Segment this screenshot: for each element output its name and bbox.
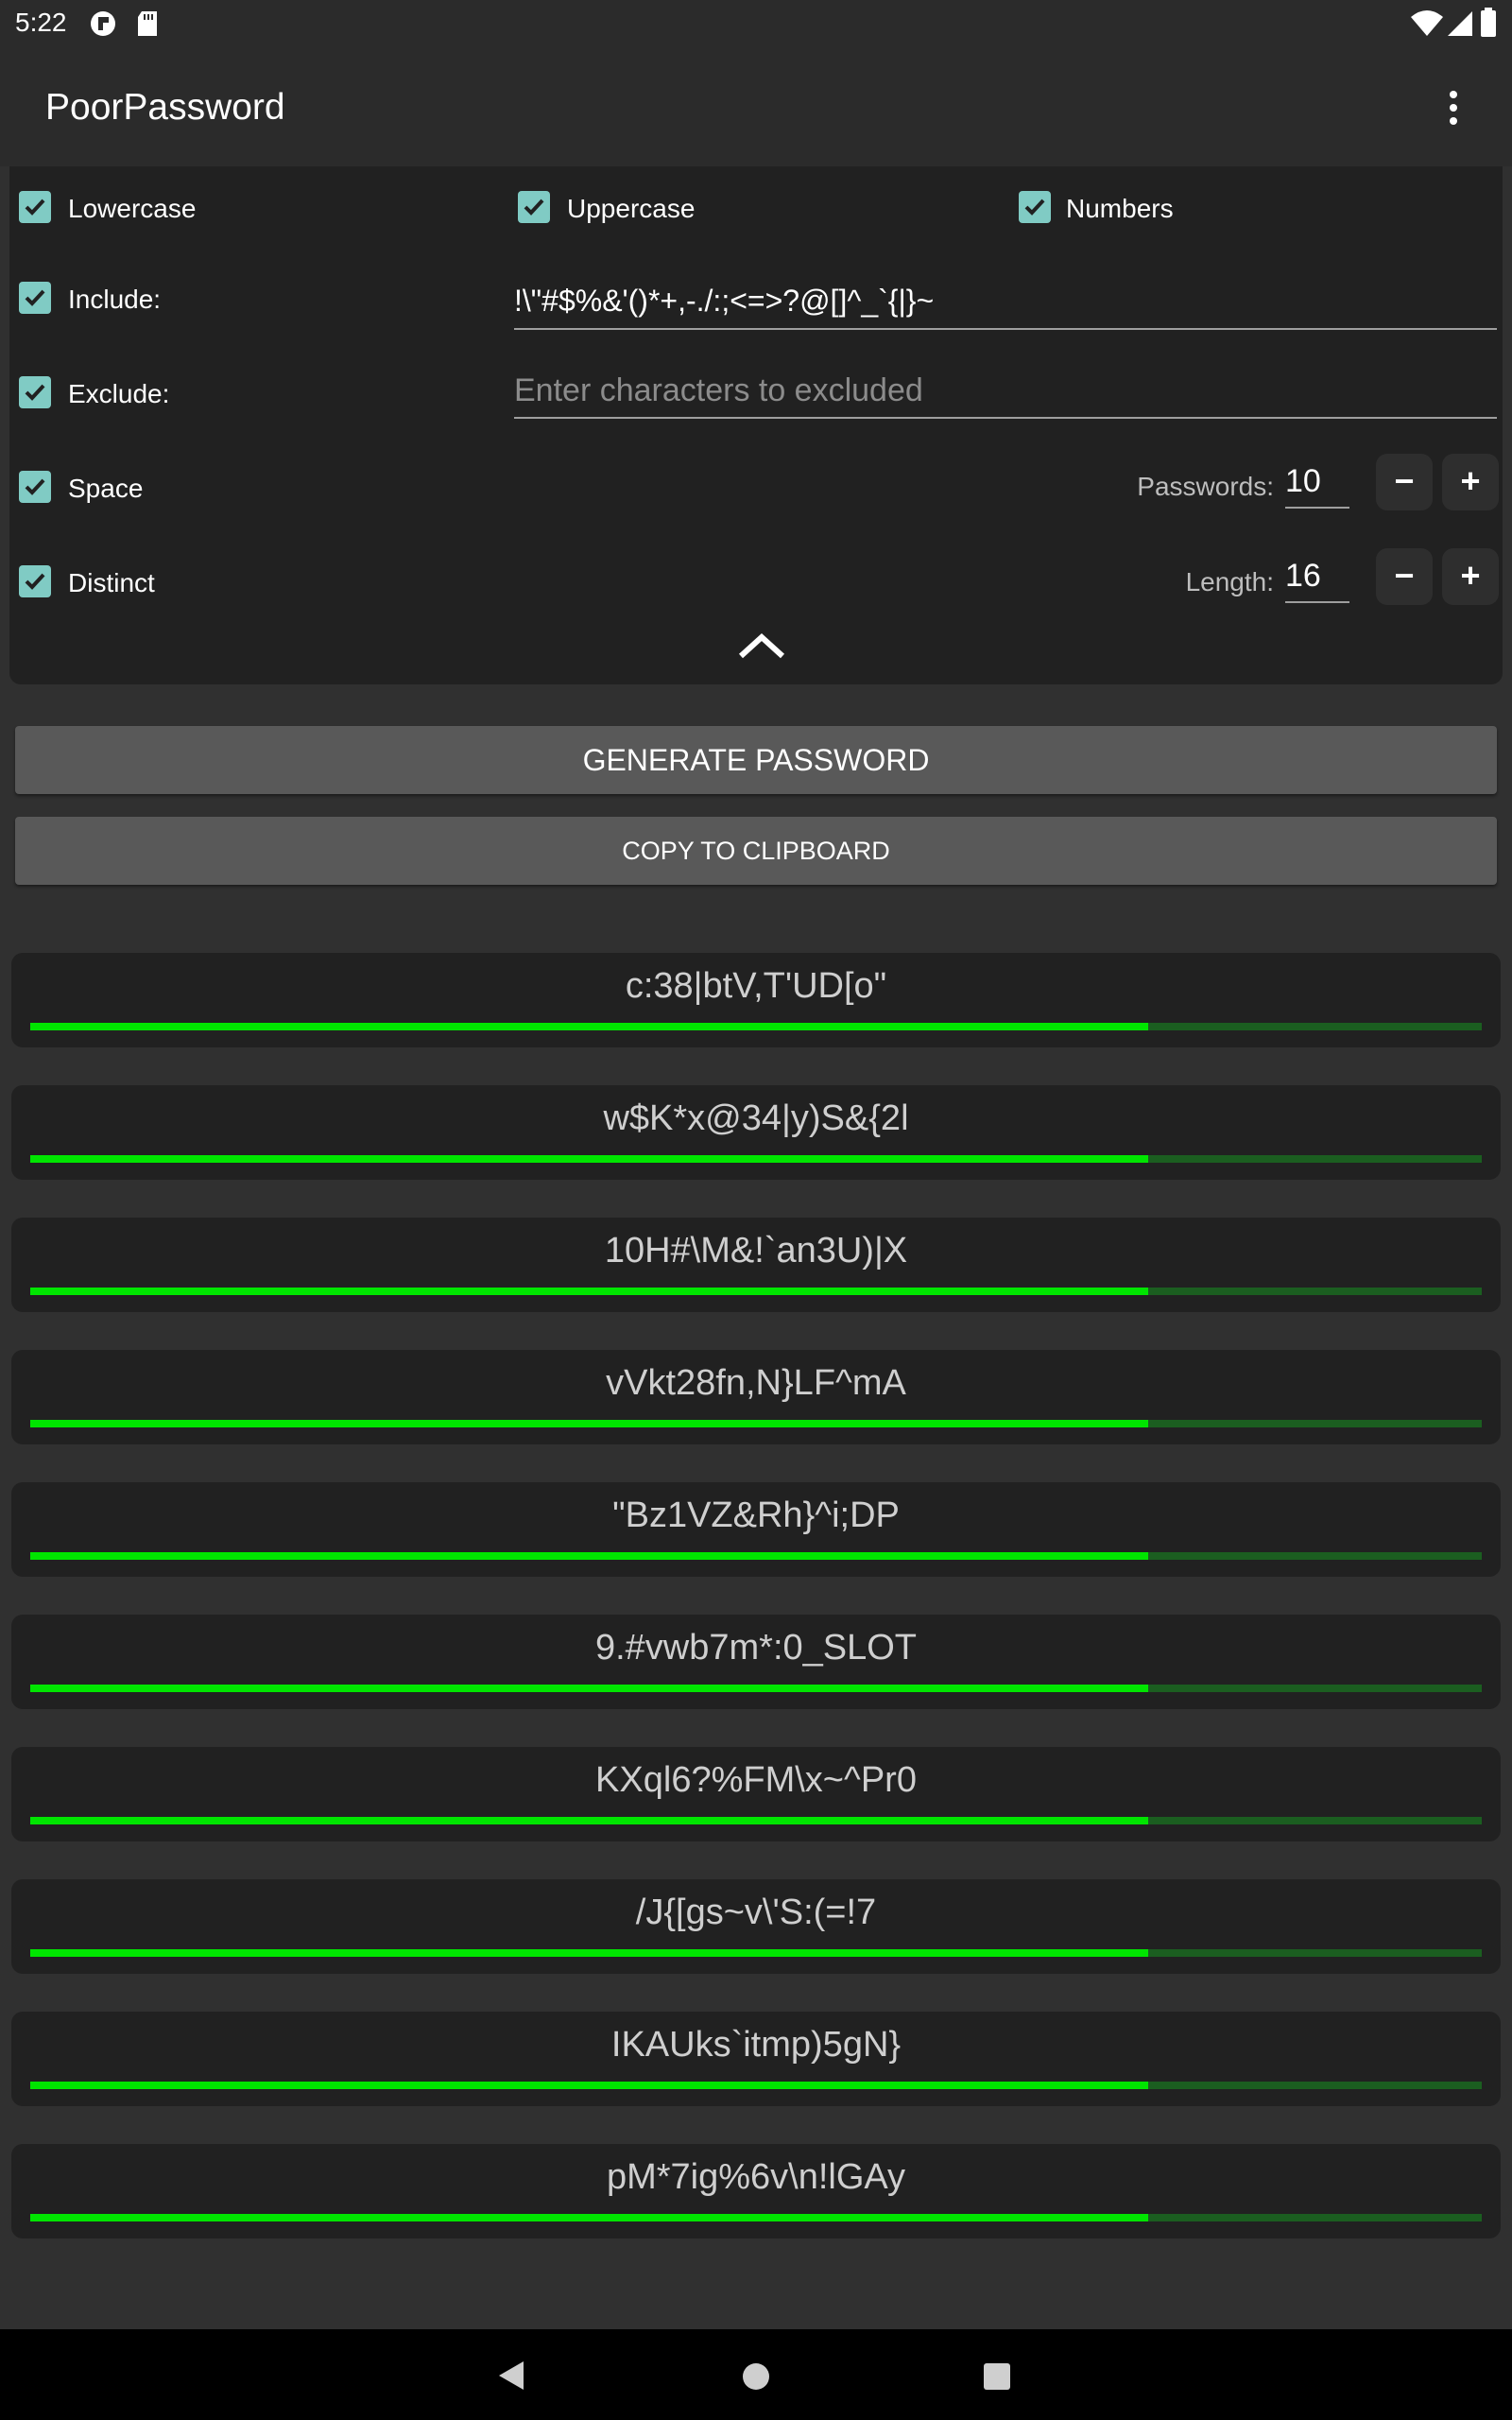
space-checkbox[interactable] <box>19 471 51 503</box>
password-item[interactable]: /J{[gs~v\'S:(=!7 <box>11 1879 1501 1974</box>
length-decrement-button[interactable]: − <box>1376 548 1433 605</box>
password-text: 9.#vwb7m*:0_SLOT <box>594 1628 918 1668</box>
generate-password-button[interactable]: GENERATE PASSWORD <box>15 726 1497 794</box>
length-label: Length: <box>1185 567 1274 596</box>
check-icon <box>524 199 544 216</box>
options-panel: Lowercase Uppercase Numbers Include: !\"… <box>9 166 1503 684</box>
length-increment-button[interactable]: + <box>1442 548 1499 605</box>
strength-bar <box>30 1023 1482 1030</box>
password-text: KXql6?%FM\x~^Pr0 <box>595 1760 917 1800</box>
strength-bar <box>30 1552 1482 1560</box>
chevron-up-icon[interactable] <box>737 631 786 665</box>
check-icon <box>25 199 45 216</box>
recents-icon[interactable] <box>983 2362 1011 2395</box>
sd-card-icon <box>136 9 159 43</box>
strength-bar <box>30 2214 1482 2221</box>
strength-fill <box>30 1288 1148 1295</box>
password-item[interactable]: KXql6?%FM\x~^Pr0 <box>11 1747 1501 1841</box>
lowercase-checkbox[interactable] <box>19 191 51 223</box>
password-text: pM*7ig%6v\n!lGAy <box>606 2157 906 2197</box>
password-text: c:38|btV,T'UD[o" <box>625 966 887 1006</box>
passwords-count-input[interactable]: 10 <box>1285 463 1321 500</box>
exclude-checkbox[interactable] <box>19 376 51 408</box>
password-item[interactable]: IKAUks`itmp)5gN} <box>11 2012 1501 2106</box>
password-text: w$K*x@34|y)S&{2l <box>603 1098 909 1138</box>
status-time: 5:22 <box>15 8 67 37</box>
status-bar: 5:22 <box>0 0 1512 49</box>
include-checkbox[interactable] <box>19 282 51 314</box>
include-underline <box>514 328 1497 330</box>
include-label: Include: <box>68 285 162 314</box>
numbers-label: Numbers <box>1066 194 1174 223</box>
battery-icon <box>1480 8 1497 43</box>
home-icon[interactable] <box>741 2361 771 2396</box>
password-text: IKAUks`itmp)5gN} <box>610 2025 902 2065</box>
password-text: 10H#\M&!`an3U)|X <box>604 1231 908 1270</box>
password-item[interactable]: w$K*x@34|y)S&{2l <box>11 1085 1501 1180</box>
password-text: vVkt28fn,N}LF^mA <box>606 1363 906 1403</box>
strength-bar <box>30 1420 1482 1427</box>
length-underline <box>1285 601 1349 603</box>
password-item[interactable]: c:38|btV,T'UD[o" <box>11 953 1501 1047</box>
passwords-count-label: Passwords: <box>1137 472 1274 501</box>
back-icon[interactable] <box>497 2360 525 2396</box>
space-label: Space <box>68 474 144 503</box>
strength-fill <box>30 1552 1148 1560</box>
password-item[interactable]: "Bz1VZ&Rh}^i;DP <box>11 1482 1501 1577</box>
check-icon <box>1024 199 1045 216</box>
password-text: /J{[gs~v\'S:(=!7 <box>635 1893 877 1932</box>
passwords-decrement-button[interactable]: − <box>1376 454 1433 510</box>
strength-fill <box>30 1420 1148 1427</box>
exclude-underline <box>514 417 1497 419</box>
distinct-label: Distinct <box>68 568 155 597</box>
lowercase-label: Lowercase <box>68 194 197 223</box>
password-item[interactable]: 10H#\M&!`an3U)|X <box>11 1218 1501 1312</box>
strength-fill <box>30 1817 1148 1824</box>
distinct-checkbox[interactable] <box>19 565 51 597</box>
signal-icon <box>1446 9 1474 43</box>
password-item[interactable]: vVkt28fn,N}LF^mA <box>11 1350 1501 1444</box>
strength-bar <box>30 1155 1482 1163</box>
check-icon <box>25 289 45 306</box>
more-vert-icon[interactable] <box>1444 85 1463 130</box>
password-text: "Bz1VZ&Rh}^i;DP <box>612 1495 900 1535</box>
strength-fill <box>30 2082 1148 2089</box>
strength-bar <box>30 1685 1482 1692</box>
record-icon <box>89 9 117 43</box>
passwords-count-underline <box>1285 507 1349 509</box>
length-input[interactable]: 16 <box>1285 558 1321 595</box>
strength-bar <box>30 1949 1482 1957</box>
app-title: PoorPassword <box>45 87 285 128</box>
password-item[interactable]: pM*7ig%6v\n!lGAy <box>11 2144 1501 2238</box>
navigation-bar <box>0 2329 1512 2420</box>
strength-fill <box>30 1949 1148 1957</box>
numbers-checkbox[interactable] <box>1019 191 1051 223</box>
strength-fill <box>30 2214 1148 2221</box>
copy-to-clipboard-button[interactable]: COPY TO CLIPBOARD <box>15 817 1497 885</box>
passwords-increment-button[interactable]: + <box>1442 454 1499 510</box>
app-bar: PoorPassword <box>0 49 1512 166</box>
strength-fill <box>30 1155 1148 1163</box>
strength-fill <box>30 1685 1148 1692</box>
exclude-input[interactable]: Enter characters to excluded <box>514 372 923 409</box>
check-icon <box>25 384 45 401</box>
uppercase-label: Uppercase <box>567 194 696 223</box>
check-icon <box>25 573 45 590</box>
strength-bar <box>30 1288 1482 1295</box>
strength-bar <box>30 2082 1482 2089</box>
check-icon <box>25 478 45 495</box>
strength-fill <box>30 1023 1148 1030</box>
exclude-label: Exclude: <box>68 379 170 408</box>
include-input[interactable]: !\"#$%&'()*+,-./:;<=>?@[]^_`{|}~ <box>514 284 934 319</box>
uppercase-checkbox[interactable] <box>518 191 550 223</box>
strength-bar <box>30 1817 1482 1824</box>
password-item[interactable]: 9.#vwb7m*:0_SLOT <box>11 1615 1501 1709</box>
wifi-icon <box>1410 9 1444 43</box>
